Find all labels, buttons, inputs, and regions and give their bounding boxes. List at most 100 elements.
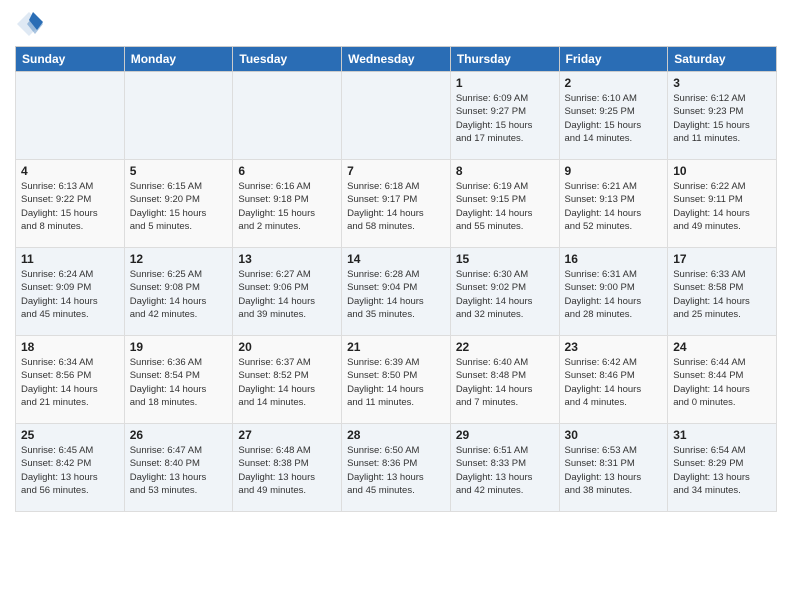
calendar-cell: 3Sunrise: 6:12 AMSunset: 9:23 PMDaylight… (668, 72, 777, 160)
day-number: 23 (565, 340, 663, 354)
calendar-cell: 11 Sunrise: 6:24 AMSunset: 9:09 PMDayligh… (16, 248, 125, 336)
day-info: Sunrise: 6:27 AMSunset: 9:06 PMDaylight:… (238, 268, 336, 321)
day-info: Sunrise: 6:09 AMSunset: 9:27 PMDaylight:… (456, 92, 554, 145)
weekday-header-sunday: Sunday (16, 47, 125, 72)
calendar-cell: 25Sunrise: 6:45 AMSunset: 8:42 PMDayligh… (16, 424, 125, 512)
day-number: 16 (565, 252, 663, 266)
day-number: 1 (456, 76, 554, 90)
calendar-cell (124, 72, 233, 160)
day-number: 21 (347, 340, 445, 354)
weekday-header-row: SundayMondayTuesdayWednesdayThursdayFrid… (16, 47, 777, 72)
week-row-5: 25Sunrise: 6:45 AMSunset: 8:42 PMDayligh… (16, 424, 777, 512)
calendar-cell: 20 Sunrise: 6:37 AMSunset: 8:52 PMDayligh… (233, 336, 342, 424)
day-number: 19 (130, 340, 228, 354)
day-info: Sunrise: 6:10 AMSunset: 9:25 PMDaylight:… (565, 92, 663, 145)
calendar-cell: 5 Sunrise: 6:15 AMSunset: 9:20 PMDaylight… (124, 160, 233, 248)
day-info: Sunrise: 6:34 AMSunset: 8:56 PMDaylight:… (21, 356, 119, 409)
day-number: 2 (565, 76, 663, 90)
calendar-cell: 9 Sunrise: 6:21 AMSunset: 9:13 PMDaylight… (559, 160, 668, 248)
calendar-cell: 31 Sunrise: 6:54 AMSunset: 8:29 PMDayligh… (668, 424, 777, 512)
day-number: 25 (21, 428, 119, 442)
page: SundayMondayTuesdayWednesdayThursdayFrid… (0, 0, 792, 612)
day-number: 26 (130, 428, 228, 442)
calendar-cell: 28 Sunrise: 6:50 AMSunset: 8:36 PMDayligh… (342, 424, 451, 512)
day-info: Sunrise: 6:44 AMSunset: 8:44 PMDaylight:… (673, 356, 771, 409)
calendar-cell: 27 Sunrise: 6:48 AMSunset: 8:38 PMDayligh… (233, 424, 342, 512)
day-number: 4 (21, 164, 119, 178)
day-info: Sunrise: 6:39 AMSunset: 8:50 PMDaylight:… (347, 356, 445, 409)
day-number: 3 (673, 76, 771, 90)
day-number: 24 (673, 340, 771, 354)
day-info: Sunrise: 6:51 AMSunset: 8:33 PMDaylight:… (456, 444, 554, 497)
calendar-cell: 10 Sunrise: 6:22 AMSunset: 9:11 PMDayligh… (668, 160, 777, 248)
calendar-cell: 16 Sunrise: 6:31 AMSunset: 9:00 PMDayligh… (559, 248, 668, 336)
day-number: 20 (238, 340, 336, 354)
day-number: 15 (456, 252, 554, 266)
header (15, 10, 777, 38)
weekday-header-tuesday: Tuesday (233, 47, 342, 72)
calendar-cell (16, 72, 125, 160)
calendar-cell: 15Sunrise: 6:30 AMSunset: 9:02 PMDayligh… (450, 248, 559, 336)
week-row-4: 18 Sunrise: 6:34 AMSunset: 8:56 PMDayligh… (16, 336, 777, 424)
week-row-2: 4 Sunrise: 6:13 AMSunset: 9:22 PMDaylight… (16, 160, 777, 248)
day-number: 28 (347, 428, 445, 442)
calendar-cell: 19Sunrise: 6:36 AMSunset: 8:54 PMDayligh… (124, 336, 233, 424)
day-number: 9 (565, 164, 663, 178)
week-row-1: 1 Sunrise: 6:09 AMSunset: 9:27 PMDaylight… (16, 72, 777, 160)
day-info: Sunrise: 6:47 AMSunset: 8:40 PMDaylight:… (130, 444, 228, 497)
day-number: 31 (673, 428, 771, 442)
day-number: 30 (565, 428, 663, 442)
day-info: Sunrise: 6:31 AMSunset: 9:00 PMDaylight:… (565, 268, 663, 321)
day-info: Sunrise: 6:50 AMSunset: 8:36 PMDaylight:… (347, 444, 445, 497)
calendar-cell: 30 Sunrise: 6:53 AMSunset: 8:31 PMDayligh… (559, 424, 668, 512)
day-number: 5 (130, 164, 228, 178)
day-number: 14 (347, 252, 445, 266)
calendar-cell: 13 Sunrise: 6:27 AMSunset: 9:06 PMDayligh… (233, 248, 342, 336)
day-info: Sunrise: 6:22 AMSunset: 9:11 PMDaylight:… (673, 180, 771, 233)
day-number: 18 (21, 340, 119, 354)
day-info: Sunrise: 6:19 AMSunset: 9:15 PMDaylight:… (456, 180, 554, 233)
day-info: Sunrise: 6:15 AMSunset: 9:20 PMDaylight:… (130, 180, 228, 233)
day-info: Sunrise: 6:40 AMSunset: 8:48 PMDaylight:… (456, 356, 554, 409)
calendar-cell: 4 Sunrise: 6:13 AMSunset: 9:22 PMDaylight… (16, 160, 125, 248)
calendar-cell: 29 Sunrise: 6:51 AMSunset: 8:33 PMDayligh… (450, 424, 559, 512)
calendar-cell: 14Sunrise: 6:28 AMSunset: 9:04 PMDayligh… (342, 248, 451, 336)
weekday-header-saturday: Saturday (668, 47, 777, 72)
day-info: Sunrise: 6:24 AMSunset: 9:09 PMDaylight:… (21, 268, 119, 321)
day-number: 8 (456, 164, 554, 178)
day-number: 13 (238, 252, 336, 266)
weekday-header-thursday: Thursday (450, 47, 559, 72)
day-number: 7 (347, 164, 445, 178)
day-number: 6 (238, 164, 336, 178)
day-number: 27 (238, 428, 336, 442)
calendar-cell: 23Sunrise: 6:42 AMSunset: 8:46 PMDayligh… (559, 336, 668, 424)
calendar-cell: 7 Sunrise: 6:18 AMSunset: 9:17 PMDaylight… (342, 160, 451, 248)
day-info: Sunrise: 6:48 AMSunset: 8:38 PMDaylight:… (238, 444, 336, 497)
calendar-cell: 8 Sunrise: 6:19 AMSunset: 9:15 PMDaylight… (450, 160, 559, 248)
calendar-cell: 18 Sunrise: 6:34 AMSunset: 8:56 PMDayligh… (16, 336, 125, 424)
calendar-cell (342, 72, 451, 160)
weekday-header-friday: Friday (559, 47, 668, 72)
day-info: Sunrise: 6:37 AMSunset: 8:52 PMDaylight:… (238, 356, 336, 409)
calendar-cell (233, 72, 342, 160)
day-info: Sunrise: 6:13 AMSunset: 9:22 PMDaylight:… (21, 180, 119, 233)
day-info: Sunrise: 6:18 AMSunset: 9:17 PMDaylight:… (347, 180, 445, 233)
calendar-cell: 2 Sunrise: 6:10 AMSunset: 9:25 PMDaylight… (559, 72, 668, 160)
day-info: Sunrise: 6:25 AMSunset: 9:08 PMDaylight:… (130, 268, 228, 321)
day-number: 10 (673, 164, 771, 178)
day-info: Sunrise: 6:54 AMSunset: 8:29 PMDaylight:… (673, 444, 771, 497)
day-info: Sunrise: 6:21 AMSunset: 9:13 PMDaylight:… (565, 180, 663, 233)
calendar-cell: 21 Sunrise: 6:39 AMSunset: 8:50 PMDayligh… (342, 336, 451, 424)
week-row-3: 11 Sunrise: 6:24 AMSunset: 9:09 PMDayligh… (16, 248, 777, 336)
calendar-cell: 24 Sunrise: 6:44 AMSunset: 8:44 PMDayligh… (668, 336, 777, 424)
day-number: 29 (456, 428, 554, 442)
day-info: Sunrise: 6:16 AMSunset: 9:18 PMDaylight:… (238, 180, 336, 233)
day-info: Sunrise: 6:33 AMSunset: 8:58 PMDaylight:… (673, 268, 771, 321)
calendar-cell: 26 Sunrise: 6:47 AMSunset: 8:40 PMDayligh… (124, 424, 233, 512)
logo-icon (15, 10, 43, 38)
calendar-cell: 17 Sunrise: 6:33 AMSunset: 8:58 PMDayligh… (668, 248, 777, 336)
day-number: 17 (673, 252, 771, 266)
day-info: Sunrise: 6:53 AMSunset: 8:31 PMDaylight:… (565, 444, 663, 497)
calendar-cell: 6 Sunrise: 6:16 AMSunset: 9:18 PMDaylight… (233, 160, 342, 248)
day-number: 11 (21, 252, 119, 266)
